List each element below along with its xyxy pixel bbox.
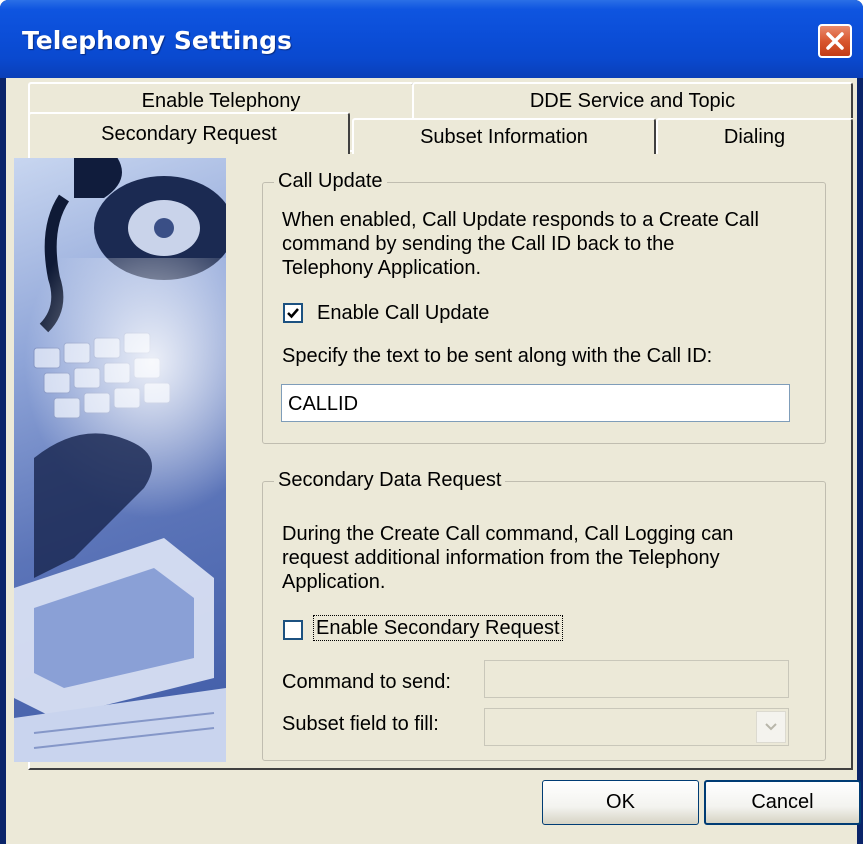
cancel-button[interactable]: Cancel xyxy=(704,780,861,825)
secondary-data-request-group-label: Secondary Data Request xyxy=(274,469,506,492)
side-picture xyxy=(14,158,226,762)
dialog-body: Enable Telephony DDE Service and Topic S… xyxy=(6,78,861,844)
subset-field-dropdown-button[interactable] xyxy=(756,711,786,743)
call-update-description-line-3: Telephony Application. xyxy=(282,257,482,279)
enable-secondary-request-label[interactable]: Enable Secondary Request xyxy=(313,615,563,641)
subset-field-label: Subset field to fill: xyxy=(282,713,439,735)
tab-label: Dialing xyxy=(723,125,786,148)
tab-subset-information[interactable]: Subset Information xyxy=(352,118,656,154)
secondary-request-description-line-2: request additional information from the … xyxy=(282,547,720,569)
subset-field-select[interactable] xyxy=(484,708,789,746)
close-icon xyxy=(826,32,844,50)
tab-secondary-request[interactable]: Secondary Request xyxy=(28,112,350,154)
ok-button[interactable]: OK xyxy=(542,780,699,825)
tab-label: Subset Information xyxy=(420,125,588,148)
telephone-keyboard-illustration xyxy=(14,158,226,762)
secondary-request-description-line-1: During the Create Call command, Call Log… xyxy=(282,523,734,545)
dialog-window: Telephony Settings Enable Telephony DDE … xyxy=(0,0,863,844)
secondary-request-description-line-3: Application. xyxy=(282,571,386,593)
call-id-text-prompt: Specify the text to be sent along with t… xyxy=(282,345,713,367)
chevron-down-icon xyxy=(765,723,777,731)
title-bar[interactable]: Telephony Settings xyxy=(0,0,863,78)
command-to-send-input[interactable] xyxy=(484,660,789,698)
tab-label: DDE Service and Topic xyxy=(529,89,736,112)
enable-call-update-checkbox[interactable] xyxy=(283,303,303,323)
tab-label: Enable Telephony xyxy=(141,89,301,112)
tab-label: Secondary Request xyxy=(101,122,277,145)
window-title: Telephony Settings xyxy=(22,26,292,55)
checkmark-icon xyxy=(287,308,299,319)
command-to-send-label: Command to send: xyxy=(282,671,451,693)
call-id-text-input[interactable]: CALLID xyxy=(281,384,790,422)
tab-dialing[interactable]: Dialing xyxy=(656,118,853,154)
tab-dde-service-and-topic[interactable]: DDE Service and Topic xyxy=(412,82,853,118)
enable-secondary-request-checkbox[interactable] xyxy=(283,620,303,640)
call-update-group-label: Call Update xyxy=(274,170,387,193)
call-update-description-line-1: When enabled, Call Update responds to a … xyxy=(282,209,759,231)
call-update-description-line-2: command by sending the Call ID back to t… xyxy=(282,233,675,255)
enable-call-update-label[interactable]: Enable Call Update xyxy=(317,301,489,325)
close-button[interactable] xyxy=(818,24,852,58)
